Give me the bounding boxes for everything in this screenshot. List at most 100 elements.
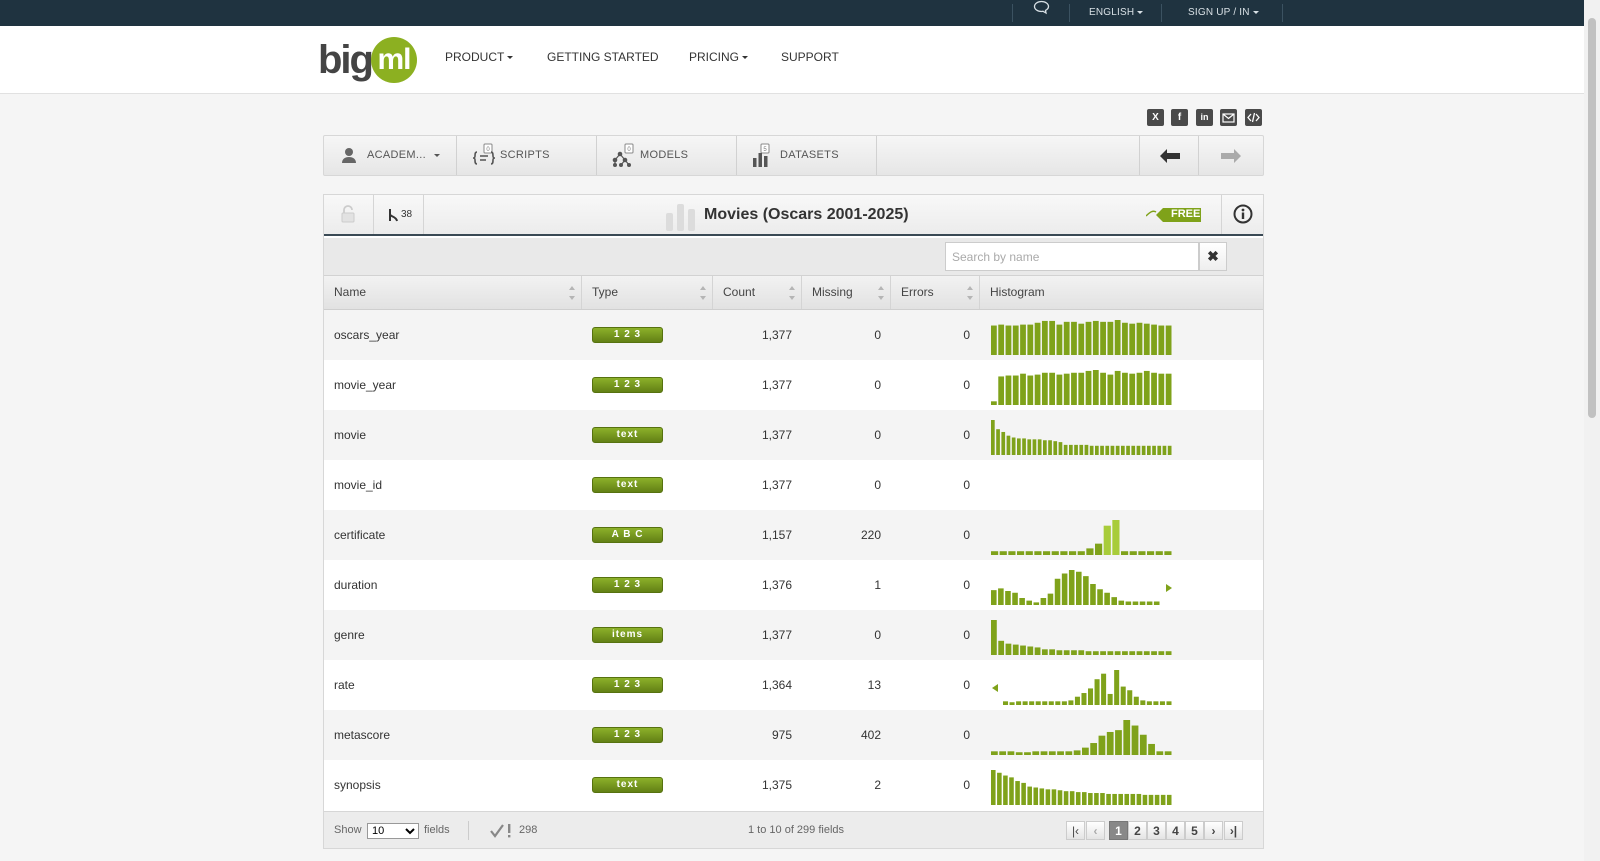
histogram-bar[interactable] — [1048, 701, 1054, 705]
lock-button[interactable] — [324, 195, 374, 234]
field-histogram[interactable] — [991, 518, 1173, 555]
back-button[interactable] — [1139, 136, 1199, 175]
clear-search-button[interactable]: ✖ — [1199, 242, 1227, 271]
histogram-bar[interactable] — [1112, 520, 1120, 555]
histogram-bar[interactable] — [1020, 645, 1026, 655]
histogram-bar[interactable] — [1143, 323, 1150, 355]
first-page-button[interactable]: |‹ — [1066, 821, 1085, 840]
histogram-bar[interactable] — [1088, 688, 1094, 705]
field-name[interactable]: duration — [334, 560, 377, 610]
histogram-bar[interactable] — [1005, 375, 1012, 405]
email-icon[interactable] — [1220, 109, 1237, 126]
histogram-bar[interactable] — [1156, 751, 1164, 755]
histogram-bar[interactable] — [1063, 791, 1069, 805]
histogram-bar[interactable] — [1147, 445, 1151, 455]
histogram-bar[interactable] — [1129, 651, 1136, 655]
scrollbar-thumb[interactable] — [1588, 18, 1596, 418]
histogram-bar[interactable] — [1054, 578, 1061, 605]
page-1-button[interactable]: 1 — [1109, 821, 1128, 840]
histogram-bar[interactable] — [1071, 372, 1077, 405]
field-name[interactable]: metascore — [334, 710, 390, 760]
forward-button[interactable] — [1199, 136, 1263, 175]
field-name[interactable]: movie_id — [334, 460, 382, 510]
histogram-bar[interactable] — [1158, 651, 1165, 655]
histogram-bar[interactable] — [1057, 790, 1063, 805]
x-icon[interactable]: X — [1147, 109, 1164, 126]
histogram-bar[interactable] — [1027, 646, 1034, 655]
histogram-bar[interactable] — [1001, 431, 1006, 455]
histogram-bar[interactable] — [1164, 551, 1172, 555]
histogram-bar[interactable] — [1100, 445, 1104, 455]
histogram-bar[interactable] — [1143, 651, 1150, 655]
field-name[interactable]: movie_year — [334, 360, 396, 410]
histogram-bar[interactable] — [1078, 372, 1085, 405]
histogram-bar[interactable] — [1086, 548, 1094, 555]
histogram-bar[interactable] — [1078, 323, 1085, 355]
histogram-bar[interactable] — [1003, 701, 1009, 705]
histogram-bar[interactable] — [1082, 747, 1089, 755]
field-name[interactable]: genre — [334, 610, 365, 660]
histogram-bar[interactable] — [1056, 374, 1063, 405]
histogram-bar[interactable] — [1085, 370, 1092, 405]
histogram-bar[interactable] — [996, 429, 1000, 455]
histogram-bar[interactable] — [1084, 444, 1089, 455]
histogram-bar[interactable] — [1122, 372, 1128, 405]
histogram-bar[interactable] — [1022, 701, 1028, 705]
histogram-bar[interactable] — [1082, 792, 1087, 805]
histogram-bar[interactable] — [1049, 320, 1056, 355]
info-button[interactable] — [1221, 195, 1263, 234]
histogram-bar[interactable] — [1166, 701, 1172, 705]
histogram-bar[interactable] — [1101, 673, 1107, 705]
histogram-bar[interactable] — [1040, 598, 1047, 605]
histogram-bar[interactable] — [1100, 793, 1105, 805]
histogram-bar[interactable] — [1017, 551, 1025, 555]
histogram-bar[interactable] — [1048, 751, 1056, 755]
embed-icon[interactable] — [1245, 109, 1262, 126]
histogram-bar[interactable] — [1094, 679, 1100, 705]
histogram-bar[interactable] — [1164, 751, 1172, 755]
histogram-bar[interactable] — [1138, 551, 1146, 555]
histogram-bar[interactable] — [1032, 439, 1037, 455]
histogram-bar[interactable] — [1132, 601, 1139, 606]
histogram-bar[interactable] — [1003, 775, 1008, 805]
histogram-bar[interactable] — [998, 376, 1005, 405]
histogram-bar[interactable] — [1118, 600, 1125, 605]
histogram-bar[interactable] — [1021, 782, 1026, 805]
histogram-bar[interactable] — [1110, 445, 1115, 455]
histogram-bar[interactable] — [1089, 445, 1094, 455]
histogram-bar[interactable] — [1131, 445, 1136, 455]
page-5-button[interactable]: 5 — [1185, 821, 1204, 840]
histogram-bar[interactable] — [1053, 441, 1058, 455]
histogram-bar[interactable] — [1027, 375, 1034, 405]
histogram-bar[interactable] — [1147, 551, 1155, 555]
histogram-bar[interactable] — [1092, 651, 1099, 655]
histogram-bar[interactable] — [1092, 320, 1099, 355]
histogram-bar[interactable] — [1114, 670, 1120, 705]
histogram-bar[interactable] — [1078, 650, 1085, 655]
histogram-bar[interactable] — [1085, 651, 1092, 655]
histogram-bar[interactable] — [999, 751, 1007, 755]
histogram-bar[interactable] — [1005, 591, 1011, 605]
histogram-bar[interactable] — [1136, 322, 1143, 355]
histogram-bar[interactable] — [1024, 752, 1031, 755]
field-name[interactable]: rate — [334, 660, 355, 710]
histogram-bar[interactable] — [1015, 781, 1020, 805]
histogram-bar[interactable] — [1107, 693, 1113, 705]
table-row[interactable]: movie_year 1 2 3 1,377 0 0 — [324, 360, 1263, 410]
histogram-bar[interactable] — [1035, 701, 1041, 705]
histogram-bar[interactable] — [1088, 793, 1093, 805]
histogram-bar[interactable] — [1085, 321, 1092, 355]
histogram-bar[interactable] — [1118, 793, 1123, 805]
column-header-missing[interactable]: Missing — [802, 276, 891, 309]
histogram-bar[interactable] — [1122, 651, 1128, 655]
histogram-bar[interactable] — [1090, 743, 1098, 755]
histogram-bar[interactable] — [1098, 735, 1106, 755]
histogram-bar[interactable] — [1012, 592, 1018, 605]
histogram-bar[interactable] — [1034, 551, 1042, 555]
histogram-bar[interactable] — [1151, 372, 1157, 405]
histogram-bar[interactable] — [1026, 600, 1032, 605]
histogram-bar[interactable] — [1007, 751, 1015, 755]
histogram-bar[interactable] — [1100, 651, 1106, 655]
histogram-bar[interactable] — [1051, 551, 1059, 555]
table-row[interactable]: synopsis text 1,375 2 0 — [324, 760, 1263, 810]
